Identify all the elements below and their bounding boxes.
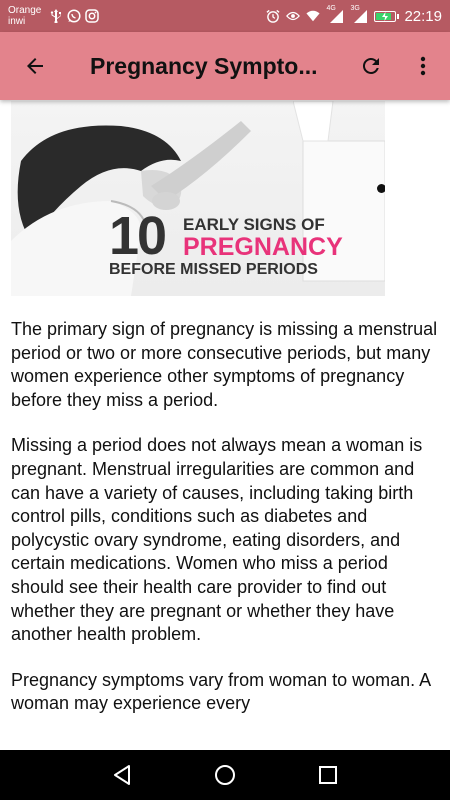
status-bar: Orange inwi 4G 3G 22:19 — [0, 0, 450, 32]
clock: 22:19 — [404, 7, 442, 25]
instagram-icon — [85, 9, 100, 23]
alarm-icon — [266, 9, 280, 23]
app-bar: Pregnancy Sympto... — [0, 32, 450, 100]
network-4g-label: 4G — [326, 5, 336, 12]
circle-home-icon — [214, 765, 235, 785]
article-content[interactable]: 10 EARLY SIGNS OF PREGNANCY BEFORE MISSE… — [0, 100, 450, 750]
carrier-line2: inwi — [8, 16, 26, 27]
more-vert-icon — [420, 56, 426, 76]
usb-icon — [49, 9, 63, 23]
hero-number: 10 — [109, 206, 167, 266]
hero-line3: BEFORE MISSED PERIODS — [109, 261, 318, 278]
navigation-bar — [0, 750, 450, 800]
article-paragraph: Missing a period does not always mean a … — [11, 435, 423, 645]
battery-icon — [374, 10, 400, 22]
article-paragraph: Pregnancy symptoms vary from woman to wo… — [11, 669, 431, 714]
nav-recents-button[interactable] — [308, 755, 348, 795]
overflow-menu-button[interactable] — [400, 42, 446, 90]
article-paragraph: The primary sign of pregnancy is missing… — [11, 319, 438, 410]
notification-icons — [49, 9, 100, 23]
arrow-left-icon — [27, 58, 43, 74]
triangle-back-icon — [113, 765, 130, 785]
square-recents-icon — [319, 766, 338, 784]
status-left: Orange inwi — [8, 5, 100, 27]
nav-home-button[interactable] — [205, 755, 245, 795]
article-hero-image: 10 EARLY SIGNS OF PREGNANCY BEFORE MISSE… — [11, 101, 385, 296]
eye-icon — [286, 9, 301, 23]
carrier-line1: Orange — [8, 5, 42, 16]
wifi-icon — [306, 9, 321, 23]
back-button[interactable] — [0, 32, 70, 100]
signal-4g-icon: 4G — [326, 5, 344, 23]
signal-3g-icon: 3G — [350, 5, 368, 23]
status-right: 4G 3G 22:19 — [266, 5, 442, 25]
hero-line2: PREGNANCY — [183, 233, 343, 261]
page-title: Pregnancy Sympto... — [90, 52, 318, 79]
network-3g-label: 3G — [350, 5, 360, 12]
hero-dot — [377, 184, 385, 193]
hero-line1: EARLY SIGNS OF — [183, 215, 325, 234]
refresh-icon — [362, 57, 379, 74]
nav-back-button[interactable] — [102, 755, 142, 795]
carrier-label: Orange inwi — [8, 5, 41, 27]
whatsapp-icon — [67, 9, 81, 23]
refresh-button[interactable] — [348, 42, 394, 90]
